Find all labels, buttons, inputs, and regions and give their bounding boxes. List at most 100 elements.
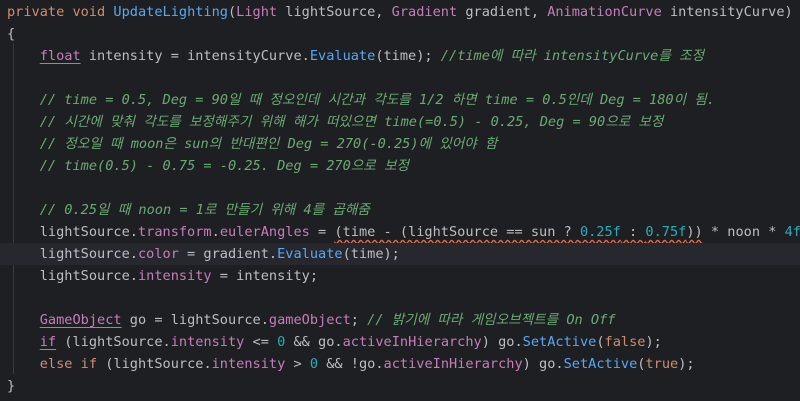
code-text: } bbox=[7, 375, 15, 397]
code-token: AnimationCurve bbox=[547, 4, 662, 20]
code-text: // 정오일 때 moon은 sun의 반대편인 Deg = 270(-0.25… bbox=[7, 133, 498, 155]
code-text: if (lightSource.intensity <= 0 && go.act… bbox=[7, 331, 662, 353]
code-line[interactable]: GameObject go = lightSource.gameObject; … bbox=[0, 309, 800, 331]
code-comment: // 밝기에 따라 게임오브젝트를 On Off bbox=[367, 312, 616, 328]
code-line[interactable]: else if (lightSource.intensity > 0 && !g… bbox=[0, 353, 800, 375]
code-token: lightSource. bbox=[7, 246, 138, 262]
code-token: if bbox=[39, 334, 57, 350]
code-token: intensity bbox=[137, 268, 212, 284]
code-line[interactable]: if (lightSource.intensity <= 0 && go.act… bbox=[0, 331, 800, 353]
code-line[interactable]: // time(0.5) - 0.75 = -0.25. Deg = 270으로… bbox=[0, 155, 800, 177]
code-token: && !go. bbox=[318, 356, 384, 372]
code-token: * noon * bbox=[702, 224, 785, 240]
code-token: color bbox=[137, 246, 179, 262]
code-line[interactable] bbox=[0, 67, 800, 89]
code-token: (lightSource. bbox=[56, 334, 171, 350]
code-token: ) go. bbox=[481, 334, 523, 350]
code-line[interactable]: private void UpdateLighting(Light lightS… bbox=[0, 1, 800, 23]
code-token: )) bbox=[686, 224, 703, 240]
code-token: ); bbox=[645, 334, 662, 350]
code-text: // 시간에 맞춰 각도를 보정해주기 위해 해가 떠있으면 time(=0.5… bbox=[7, 111, 664, 133]
code-line[interactable]: lightSource.transform.eulerAngles = (tim… bbox=[0, 221, 800, 243]
code-token: go = lightSource. bbox=[121, 312, 269, 328]
code-text: lightSource.intensity = intensity; bbox=[7, 265, 318, 287]
code-text: float intensity = intensityCurve.Evaluat… bbox=[7, 45, 704, 67]
code-line[interactable] bbox=[0, 177, 800, 199]
code-token: (time - (lightSource == sun ? bbox=[334, 224, 580, 240]
code-line[interactable] bbox=[0, 287, 800, 309]
code-token: Gradient bbox=[391, 4, 458, 20]
code-comment: //time에 따라 intensityCurve를 조정 bbox=[440, 48, 705, 64]
code-token: eulerAngles bbox=[219, 224, 310, 240]
code-token: true bbox=[645, 356, 679, 372]
code-text: lightSource.transform.eulerAngles = (tim… bbox=[7, 221, 800, 243]
code-comment: // 정오일 때 moon은 sun의 반대편인 Deg = 270(-0.25… bbox=[39, 136, 498, 152]
code-token: = gradient. bbox=[178, 246, 278, 262]
code-line[interactable]: { bbox=[0, 23, 800, 45]
code-token: } bbox=[7, 378, 16, 394]
code-token: ( bbox=[227, 4, 237, 20]
code-token: SetActive bbox=[563, 356, 638, 372]
code-comment: // time(0.5) - 0.75 = -0.25. Deg = 270으로… bbox=[39, 158, 409, 174]
code-token: = intensity; bbox=[211, 268, 319, 284]
code-token: lightSource. bbox=[7, 224, 138, 240]
code-token: ); bbox=[678, 356, 695, 372]
code-text: // time(0.5) - 0.75 = -0.25. Deg = 270으로… bbox=[7, 155, 409, 177]
code-line[interactable]: } bbox=[0, 375, 800, 397]
code-token: lightSource. bbox=[7, 268, 138, 284]
code-token: && go. bbox=[285, 334, 343, 350]
code-token: 4f bbox=[784, 224, 800, 240]
code-line[interactable]: lightSource.intensity = intensity; bbox=[0, 265, 800, 287]
code-token: <= bbox=[244, 334, 278, 350]
code-token: intensity bbox=[211, 356, 286, 372]
code-text: GameObject go = lightSource.gameObject; … bbox=[7, 309, 616, 331]
code-text: { bbox=[7, 23, 15, 45]
code-token: lightSource, bbox=[277, 4, 392, 20]
code-token: { bbox=[7, 26, 16, 42]
code-token: 0.75f bbox=[645, 224, 687, 240]
code-token: Light bbox=[236, 4, 278, 20]
code-token: Evaluate bbox=[309, 48, 376, 64]
code-token: (time); bbox=[375, 48, 441, 64]
code-token: false bbox=[604, 334, 646, 350]
code-line[interactable]: float intensity = intensityCurve.Evaluat… bbox=[0, 45, 800, 67]
code-token: ; bbox=[350, 312, 368, 328]
code-line[interactable]: // 정오일 때 moon은 sun의 반대편인 Deg = 270(-0.25… bbox=[0, 133, 800, 155]
code-line[interactable]: // 0.25일 때 noon = 1로 만들기 위해 4를 곱해줌 bbox=[0, 199, 800, 221]
code-token: > bbox=[285, 356, 310, 372]
code-token: : bbox=[620, 224, 646, 240]
code-text: lightSource.color = gradient.Evaluate(ti… bbox=[7, 243, 400, 265]
code-token: intensity = intensityCurve. bbox=[80, 48, 310, 64]
code-token: (time); bbox=[342, 246, 400, 262]
code-token: UpdateLighting bbox=[113, 4, 228, 20]
code-token: gameObject bbox=[268, 312, 351, 328]
code-editor[interactable]: private void UpdateLighting(Light lightS… bbox=[0, 0, 800, 401]
code-text: // 0.25일 때 noon = 1로 만들기 위해 4를 곱해줌 bbox=[7, 199, 370, 221]
code-token: private void bbox=[7, 4, 114, 20]
code-token: else if bbox=[39, 356, 98, 372]
code-line[interactable]: // 시간에 맞춰 각도를 보정해주기 위해 해가 떠있으면 time(=0.5… bbox=[0, 111, 800, 133]
code-token: gradient, bbox=[457, 4, 548, 20]
code-line[interactable]: lightSource.color = gradient.Evaluate(ti… bbox=[0, 243, 800, 265]
code-comment: // 시간에 맞춰 각도를 보정해주기 위해 해가 떠있으면 time(=0.5… bbox=[39, 114, 664, 130]
code-line[interactable]: // time = 0.5, Deg = 90일 때 정오인데 시간과 각도를 … bbox=[0, 89, 800, 111]
code-token: Evaluate bbox=[277, 246, 343, 262]
code-token: intensity bbox=[170, 334, 245, 350]
code-token: SetActive bbox=[522, 334, 597, 350]
code-token: ) go. bbox=[522, 356, 564, 372]
code-token: (lightSource. bbox=[97, 356, 212, 372]
code-token: = bbox=[309, 224, 335, 240]
code-token: float bbox=[39, 48, 81, 64]
code-token: activeInHierarchy bbox=[383, 356, 523, 372]
code-token: 0.25f bbox=[579, 224, 621, 240]
code-text: // time = 0.5, Deg = 90일 때 정오인데 시간과 각도를 … bbox=[7, 89, 715, 111]
